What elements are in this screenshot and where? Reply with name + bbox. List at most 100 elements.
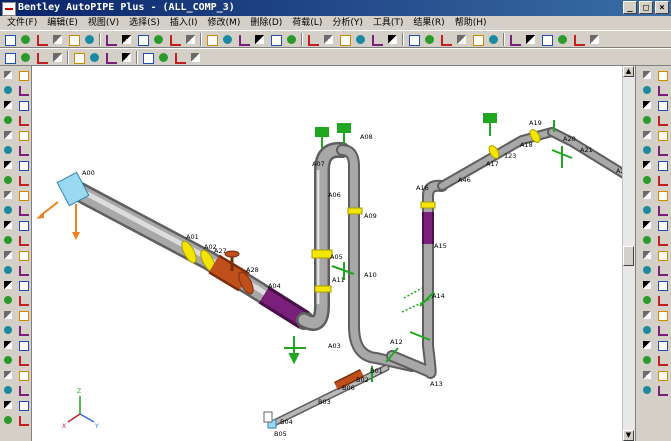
- component-tool-6-button[interactable]: [87, 50, 102, 65]
- standard-tool-34-button[interactable]: [555, 32, 570, 47]
- left-tool-32-button[interactable]: [16, 293, 30, 307]
- left-tool-19-button[interactable]: [1, 203, 15, 217]
- right-tool-28-button[interactable]: [655, 263, 669, 277]
- left-tool-40-button[interactable]: [16, 353, 30, 367]
- right-tool-33-button[interactable]: [640, 308, 654, 322]
- left-tool-15-button[interactable]: [1, 173, 15, 187]
- right-tool-36-button[interactable]: [655, 323, 669, 337]
- standard-tool-6-button[interactable]: [82, 32, 97, 47]
- right-tool-4-button[interactable]: [655, 83, 669, 97]
- standard-tool-19-button[interactable]: [305, 32, 320, 47]
- left-tool-36-button[interactable]: [16, 323, 30, 337]
- right-tool-35-button[interactable]: [640, 323, 654, 337]
- maximize-button[interactable]: □: [639, 1, 653, 14]
- right-tool-5-button[interactable]: [640, 98, 654, 112]
- standard-tool-1-button[interactable]: [2, 32, 17, 47]
- left-tool-20-button[interactable]: [16, 203, 30, 217]
- right-tool-22-button[interactable]: [655, 218, 669, 232]
- standard-tool-3-button[interactable]: [34, 32, 49, 47]
- menu-file[interactable]: 文件(F): [2, 16, 42, 30]
- standard-tool-9-button[interactable]: [135, 32, 150, 47]
- left-tool-46-button[interactable]: [16, 398, 30, 412]
- right-tool-26-button[interactable]: [655, 248, 669, 262]
- left-tool-2-button[interactable]: [16, 68, 30, 82]
- standard-tool-29-button[interactable]: [470, 32, 485, 47]
- right-tool-38-button[interactable]: [655, 338, 669, 352]
- left-tool-23-button[interactable]: [1, 233, 15, 247]
- menu-insert[interactable]: 插入(I): [165, 16, 203, 30]
- left-tool-26-button[interactable]: [16, 248, 30, 262]
- right-tool-7-button[interactable]: [640, 113, 654, 127]
- left-tool-39-button[interactable]: [1, 353, 15, 367]
- left-tool-14-button[interactable]: [16, 158, 30, 172]
- menu-select[interactable]: 选择(S): [124, 16, 165, 30]
- right-tool-41-button[interactable]: [640, 368, 654, 382]
- right-tool-1-button[interactable]: [640, 68, 654, 82]
- standard-tool-5-button[interactable]: [66, 32, 81, 47]
- standard-tool-27-button[interactable]: [438, 32, 453, 47]
- left-tool-41-button[interactable]: [1, 368, 15, 382]
- right-tool-10-button[interactable]: [655, 128, 669, 142]
- right-tool-9-button[interactable]: [640, 128, 654, 142]
- right-tool-43-button[interactable]: [640, 383, 654, 397]
- left-tool-22-button[interactable]: [16, 218, 30, 232]
- left-tool-44-button[interactable]: [16, 383, 30, 397]
- right-tool-11-button[interactable]: [640, 143, 654, 157]
- left-tool-27-button[interactable]: [1, 263, 15, 277]
- left-tool-5-button[interactable]: [1, 98, 15, 112]
- menu-modify[interactable]: 修改(M): [203, 16, 246, 30]
- standard-tool-7-button[interactable]: [103, 32, 118, 47]
- standard-tool-21-button[interactable]: [337, 32, 352, 47]
- right-tool-16-button[interactable]: [655, 173, 669, 187]
- scroll-down-arrow[interactable]: ▼: [623, 430, 634, 441]
- component-tool-9-button[interactable]: [140, 50, 155, 65]
- minimize-button[interactable]: _: [623, 1, 637, 14]
- menu-analysis[interactable]: 分析(Y): [327, 16, 368, 30]
- left-tool-6-button[interactable]: [16, 98, 30, 112]
- right-tool-14-button[interactable]: [655, 158, 669, 172]
- standard-tool-14-button[interactable]: [220, 32, 235, 47]
- right-tool-20-button[interactable]: [655, 203, 669, 217]
- menu-tools[interactable]: 工具(T): [368, 16, 409, 30]
- left-tool-11-button[interactable]: [1, 143, 15, 157]
- right-tool-13-button[interactable]: [640, 158, 654, 172]
- right-tool-21-button[interactable]: [640, 218, 654, 232]
- standard-tool-33-button[interactable]: [539, 32, 554, 47]
- standard-tool-4-button[interactable]: [50, 32, 65, 47]
- component-tool-7-button[interactable]: [103, 50, 118, 65]
- left-tool-25-button[interactable]: [1, 248, 15, 262]
- menu-view[interactable]: 视图(V): [83, 16, 124, 30]
- standard-tool-30-button[interactable]: [486, 32, 501, 47]
- menu-edit[interactable]: 编辑(E): [42, 16, 83, 30]
- menu-results[interactable]: 结果(R): [408, 16, 449, 30]
- standard-tool-8-button[interactable]: [119, 32, 134, 47]
- right-tool-42-button[interactable]: [655, 368, 669, 382]
- left-tool-9-button[interactable]: [1, 128, 15, 142]
- left-tool-30-button[interactable]: [16, 278, 30, 292]
- right-tool-34-button[interactable]: [655, 308, 669, 322]
- left-tool-17-button[interactable]: [1, 188, 15, 202]
- close-button[interactable]: ×: [655, 1, 669, 14]
- standard-tool-24-button[interactable]: [385, 32, 400, 47]
- standard-tool-20-button[interactable]: [321, 32, 336, 47]
- right-tool-31-button[interactable]: [640, 293, 654, 307]
- standard-tool-26-button[interactable]: [422, 32, 437, 47]
- left-tool-45-button[interactable]: [1, 398, 15, 412]
- left-tool-33-button[interactable]: [1, 308, 15, 322]
- left-tool-3-button[interactable]: [1, 83, 15, 97]
- left-tool-29-button[interactable]: [1, 278, 15, 292]
- right-tool-29-button[interactable]: [640, 278, 654, 292]
- standard-tool-23-button[interactable]: [369, 32, 384, 47]
- app-icon[interactable]: [2, 2, 16, 16]
- right-tool-27-button[interactable]: [640, 263, 654, 277]
- standard-tool-31-button[interactable]: [507, 32, 522, 47]
- right-tool-3-button[interactable]: [640, 83, 654, 97]
- right-tool-6-button[interactable]: [655, 98, 669, 112]
- left-tool-16-button[interactable]: [16, 173, 30, 187]
- left-tool-13-button[interactable]: [1, 158, 15, 172]
- standard-tool-11-button[interactable]: [167, 32, 182, 47]
- left-tool-12-button[interactable]: [16, 143, 30, 157]
- standard-tool-2-button[interactable]: [18, 32, 33, 47]
- standard-tool-18-button[interactable]: [284, 32, 299, 47]
- menu-delete[interactable]: 删除(D): [245, 16, 287, 30]
